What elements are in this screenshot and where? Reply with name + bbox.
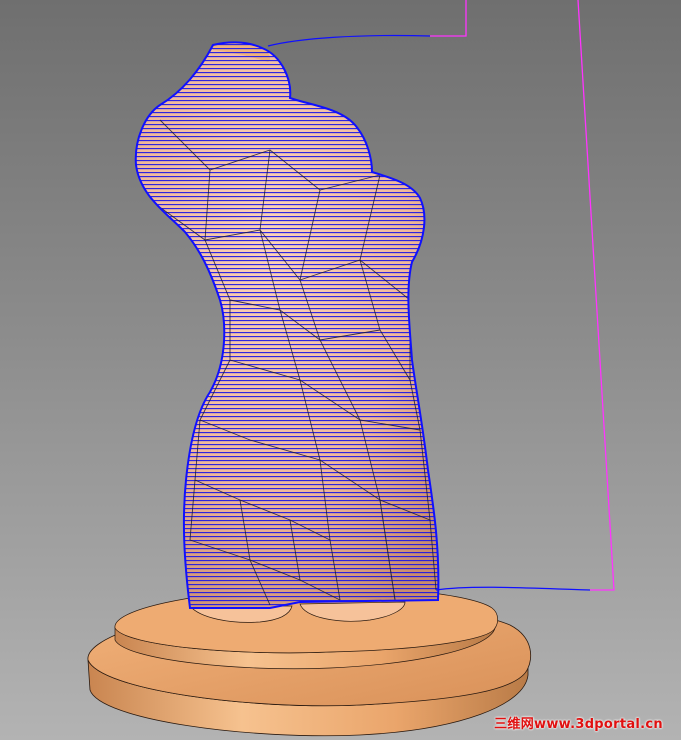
toolpath-lines[interactable] — [120, 40, 450, 620]
pedestal-base[interactable] — [87, 587, 532, 737]
cam-toolpath-scene[interactable] — [0, 0, 681, 740]
cad-3d-viewport[interactable]: 三维网www.3dportal.cn — [0, 0, 681, 740]
watermark-text: 三维网www.3dportal.cn — [494, 717, 663, 732]
